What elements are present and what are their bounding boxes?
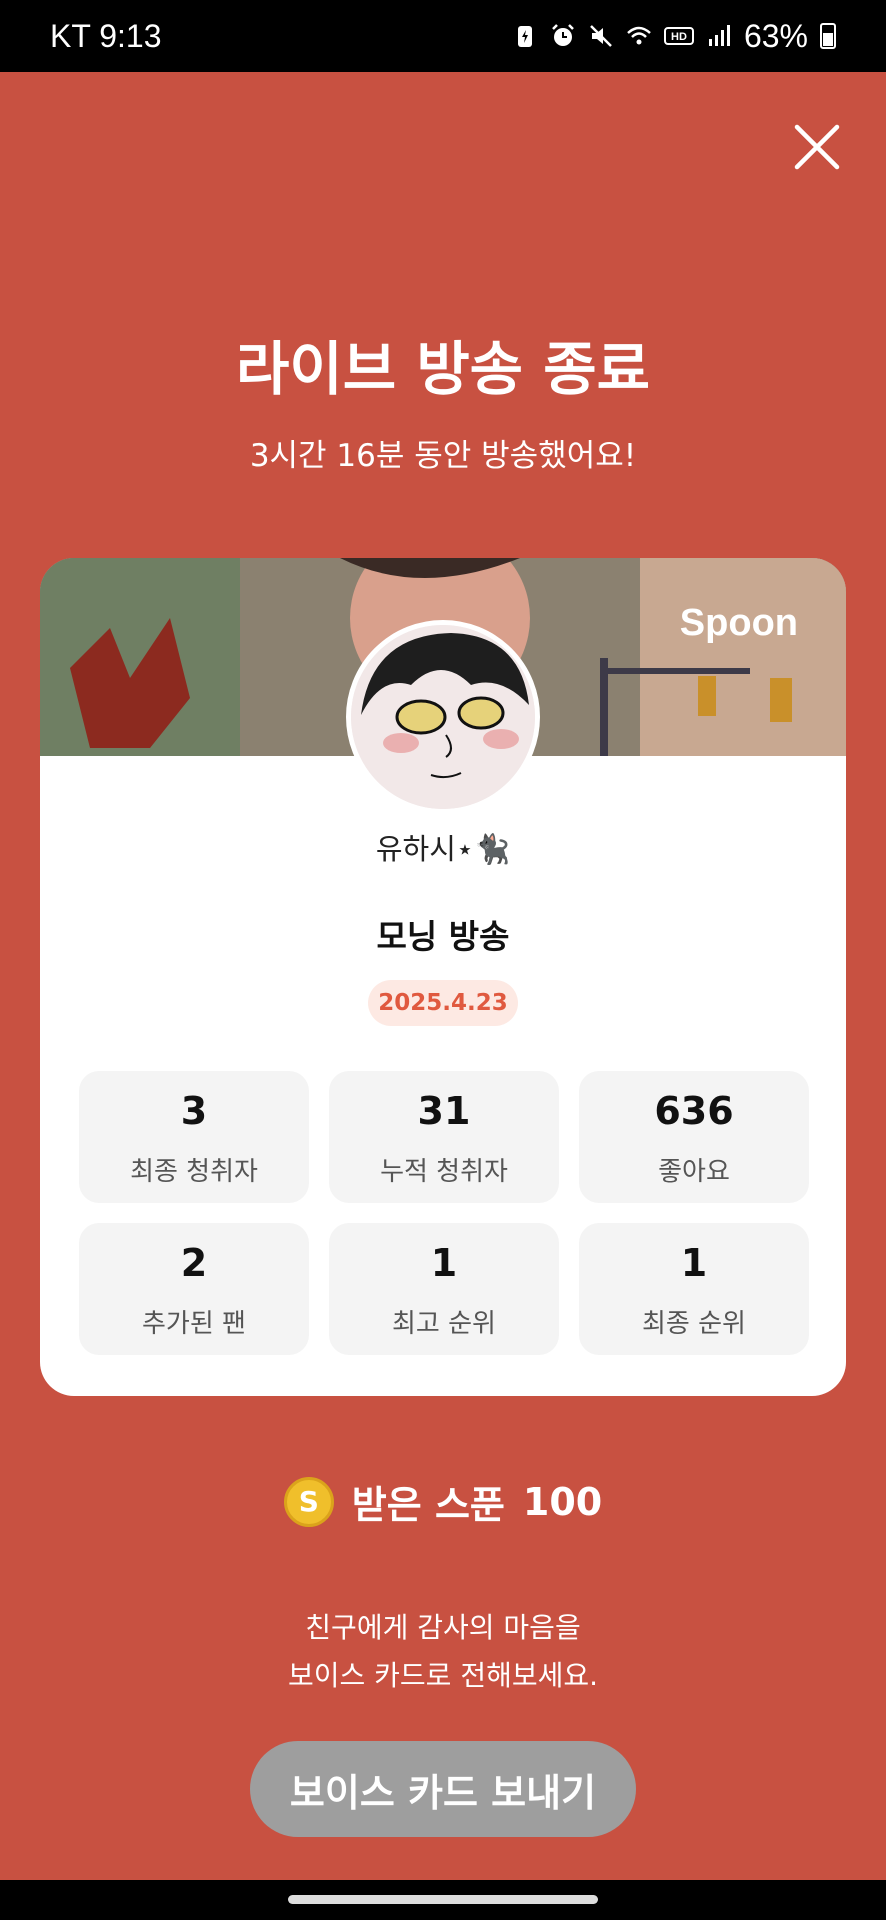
alarm-icon <box>552 24 574 46</box>
broadcast-summary-card: Spoon 유하시⋆🐈‍⬛ 모닝 방송 2025.4.23 3 최종 청취자 3… <box>40 558 846 1396</box>
stat-value: 2 <box>180 1241 208 1285</box>
page-title: 라이브 방송 종료 <box>236 335 650 403</box>
stat-value: 1 <box>680 1241 708 1285</box>
stat-label: 최종 순위 <box>642 1309 746 1339</box>
battery-icon <box>820 23 836 49</box>
stat-value: 1 <box>430 1241 458 1285</box>
voice-card-message: 친구에게 감사의 마음을 보이스 카드로 전해보세요. <box>0 1604 886 1700</box>
stat-best-rank: 1 최고 순위 <box>329 1223 559 1355</box>
spoon-logo: Spoon <box>679 602 798 644</box>
avatar-illustration <box>351 625 535 809</box>
avatar[interactable] <box>346 620 540 814</box>
stat-label: 최고 순위 <box>392 1309 496 1339</box>
battery-percent: 63% <box>743 17 808 54</box>
received-spoons: S 받은 스푼 100 <box>0 1474 886 1529</box>
broadcast-title: 모닝 방송 <box>376 917 510 956</box>
stat-value: 636 <box>654 1089 734 1133</box>
home-indicator[interactable] <box>288 1895 598 1904</box>
message-line: 보이스 카드로 전해보세요. <box>287 1659 599 1692</box>
received-spoons-label: 받은 스푼 <box>351 1483 505 1527</box>
message-line: 친구에게 감사의 마음을 <box>305 1611 581 1644</box>
stat-label: 누적 청취자 <box>380 1157 508 1187</box>
send-voice-card-button[interactable]: 보이스 카드 보내기 <box>250 1741 636 1837</box>
status-bar: KT 9:13 HD 63% <box>0 0 886 72</box>
stat-likes: 636 좋아요 <box>579 1071 809 1203</box>
mute-icon <box>590 25 612 47</box>
stat-label: 좋아요 <box>658 1157 730 1187</box>
stat-total-listeners: 31 누적 청취자 <box>329 1071 559 1203</box>
close-icon[interactable] <box>792 122 842 172</box>
broadcast-duration: 3시간 16분 동안 방송했어요! <box>249 438 637 474</box>
wifi-icon <box>627 26 651 45</box>
hd-icon: HD <box>663 27 694 45</box>
stat-final-rank: 1 최종 순위 <box>579 1223 809 1355</box>
date-badge: 2025.4.23 <box>368 980 518 1026</box>
stat-new-fans: 2 추가된 팬 <box>79 1223 309 1355</box>
received-spoons-amount: 100 <box>522 1479 603 1524</box>
svg-text:HD: HD <box>671 31 687 43</box>
battery-saver-icon <box>517 26 532 47</box>
spoon-coin-icon: S <box>283 1476 334 1527</box>
streamer-nickname: 유하시⋆🐈‍⬛ <box>375 832 511 866</box>
stat-value: 3 <box>180 1089 208 1133</box>
stat-label: 추가된 팬 <box>142 1309 246 1339</box>
carrier-time: KT 9:13 <box>50 17 162 54</box>
stat-final-listeners: 3 최종 청취자 <box>79 1071 309 1203</box>
stat-value: 31 <box>417 1089 471 1133</box>
status-icons: HD 63% <box>512 18 836 55</box>
signal-icon <box>708 25 730 46</box>
stat-label: 최종 청취자 <box>130 1157 258 1187</box>
